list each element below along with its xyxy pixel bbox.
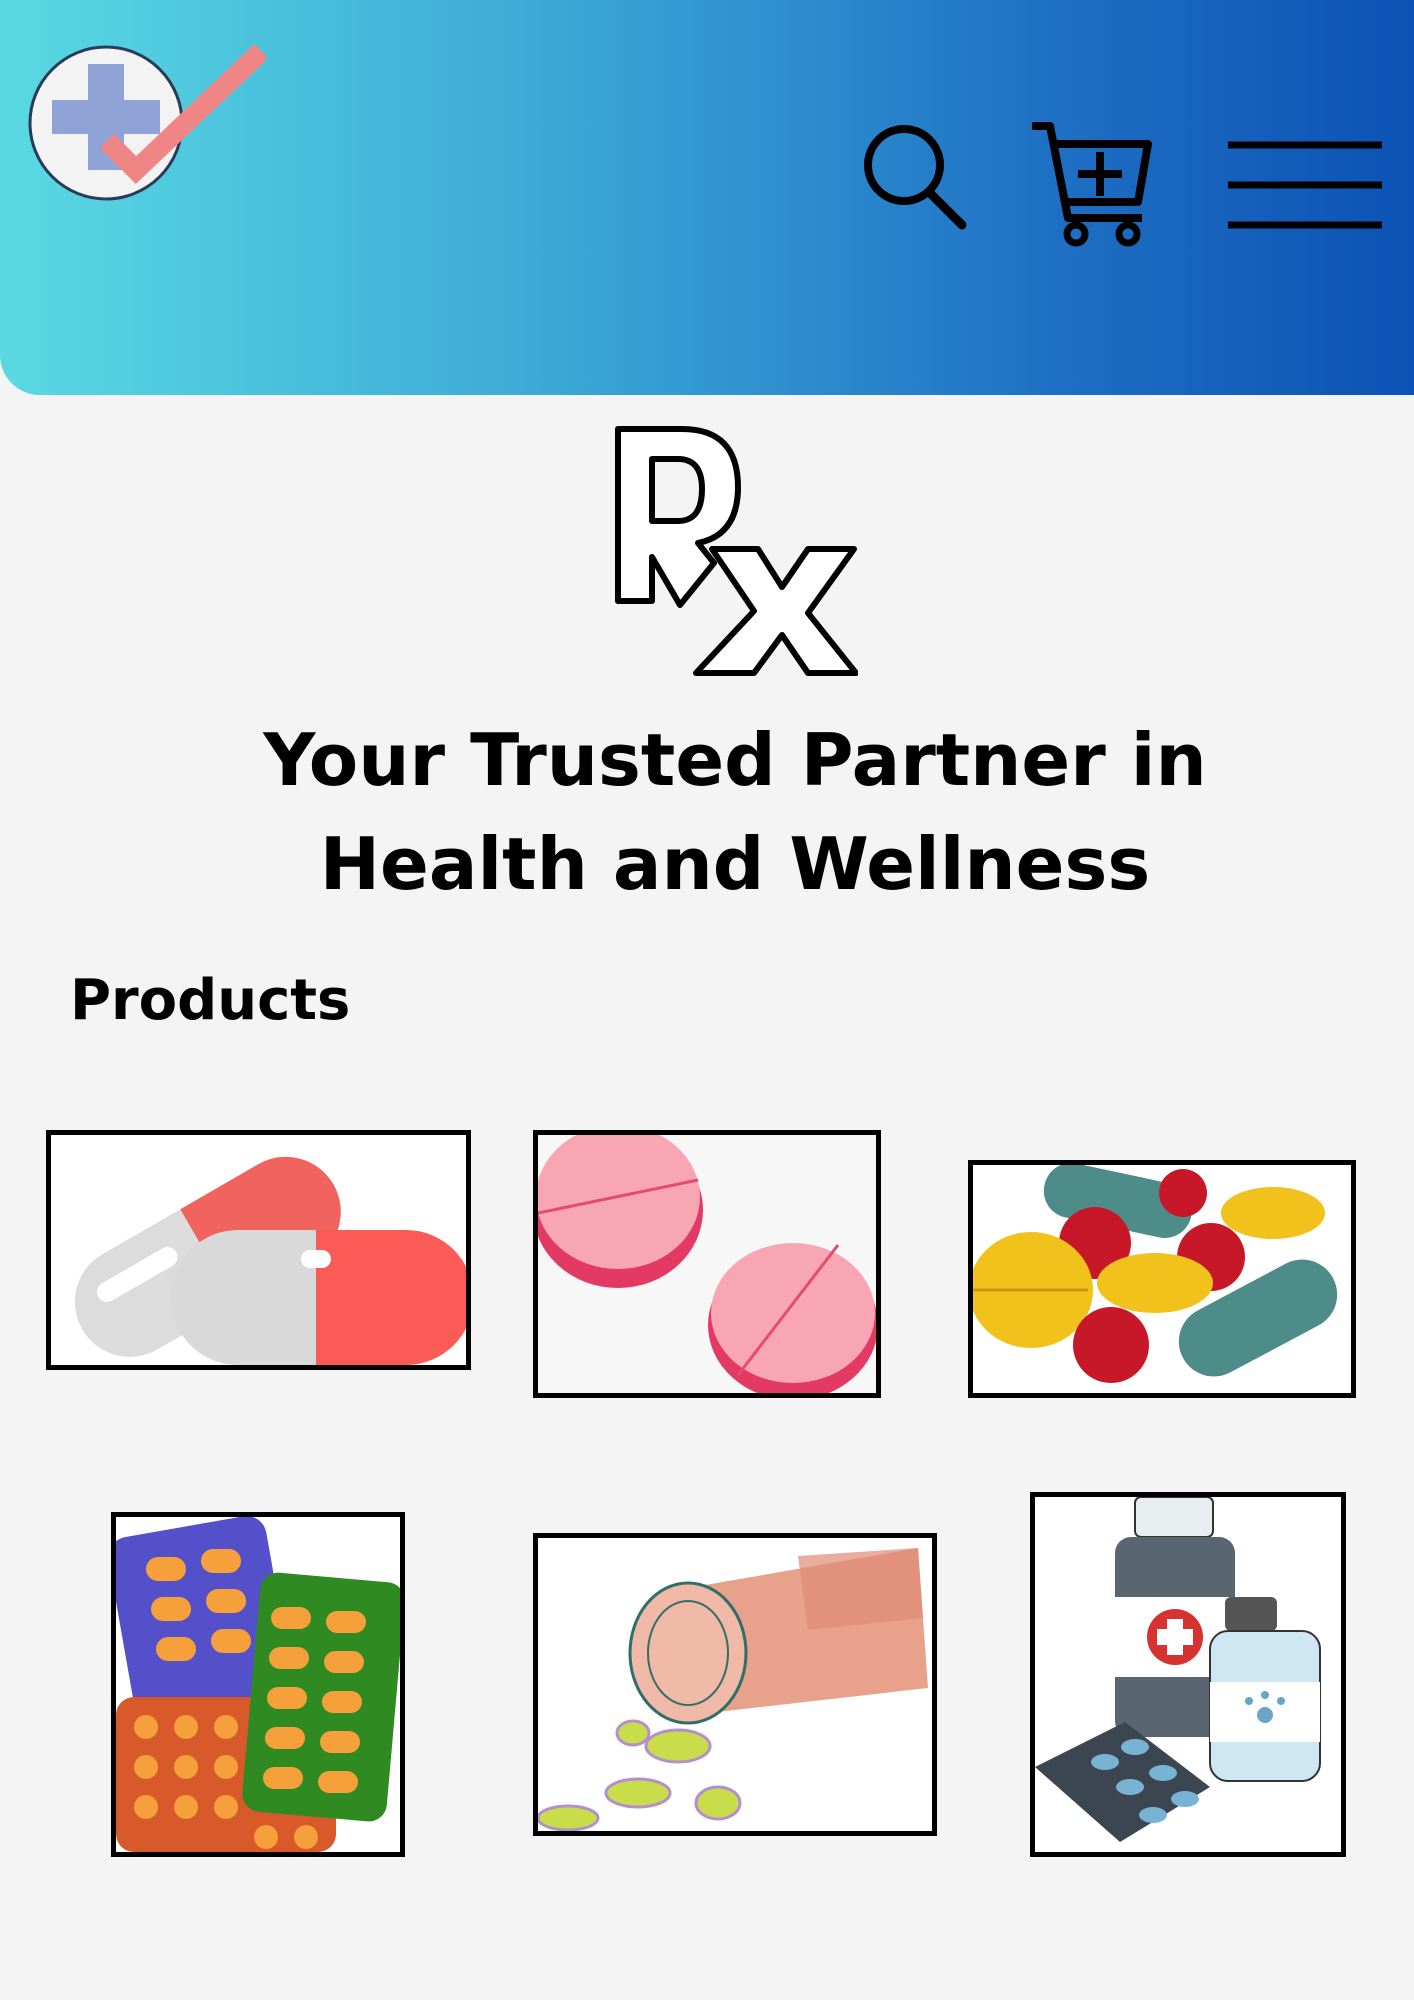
medicine-bottles-image: [1035, 1497, 1321, 1842]
pink-tablets-image: [538, 1135, 876, 1393]
red-white-capsules-image: [74, 1156, 466, 1365]
pharmacy-logo-icon[interactable]: [26, 28, 266, 218]
cart-add-icon[interactable]: [1028, 118, 1156, 248]
product-card-capsules[interactable]: [46, 1130, 471, 1370]
hamburger-menu-icon[interactable]: [1224, 135, 1386, 235]
blister-packs-image: [116, 1517, 400, 1852]
tagline-line-1: Your Trusted Partner in: [263, 718, 1207, 802]
product-card-assorted-pills[interactable]: [968, 1160, 1356, 1398]
search-icon[interactable]: [862, 123, 968, 233]
assorted-pills-image: [973, 1165, 1338, 1383]
site-header: [0, 0, 1414, 395]
product-card-spilled-bottle[interactable]: [533, 1533, 937, 1836]
tagline-line-2: Health and Wellness: [319, 822, 1151, 906]
product-card-medicine-bottles[interactable]: [1030, 1492, 1346, 1857]
rx-symbol-icon: [615, 426, 858, 676]
product-card-pink-tablets[interactable]: [533, 1130, 881, 1398]
products-heading: Products: [70, 968, 351, 1033]
hero-tagline: Your Trusted Partner in Health and Welln…: [200, 708, 1270, 916]
spilled-pill-bottle-image: [538, 1548, 928, 1831]
product-card-blister-packs[interactable]: [111, 1512, 405, 1857]
